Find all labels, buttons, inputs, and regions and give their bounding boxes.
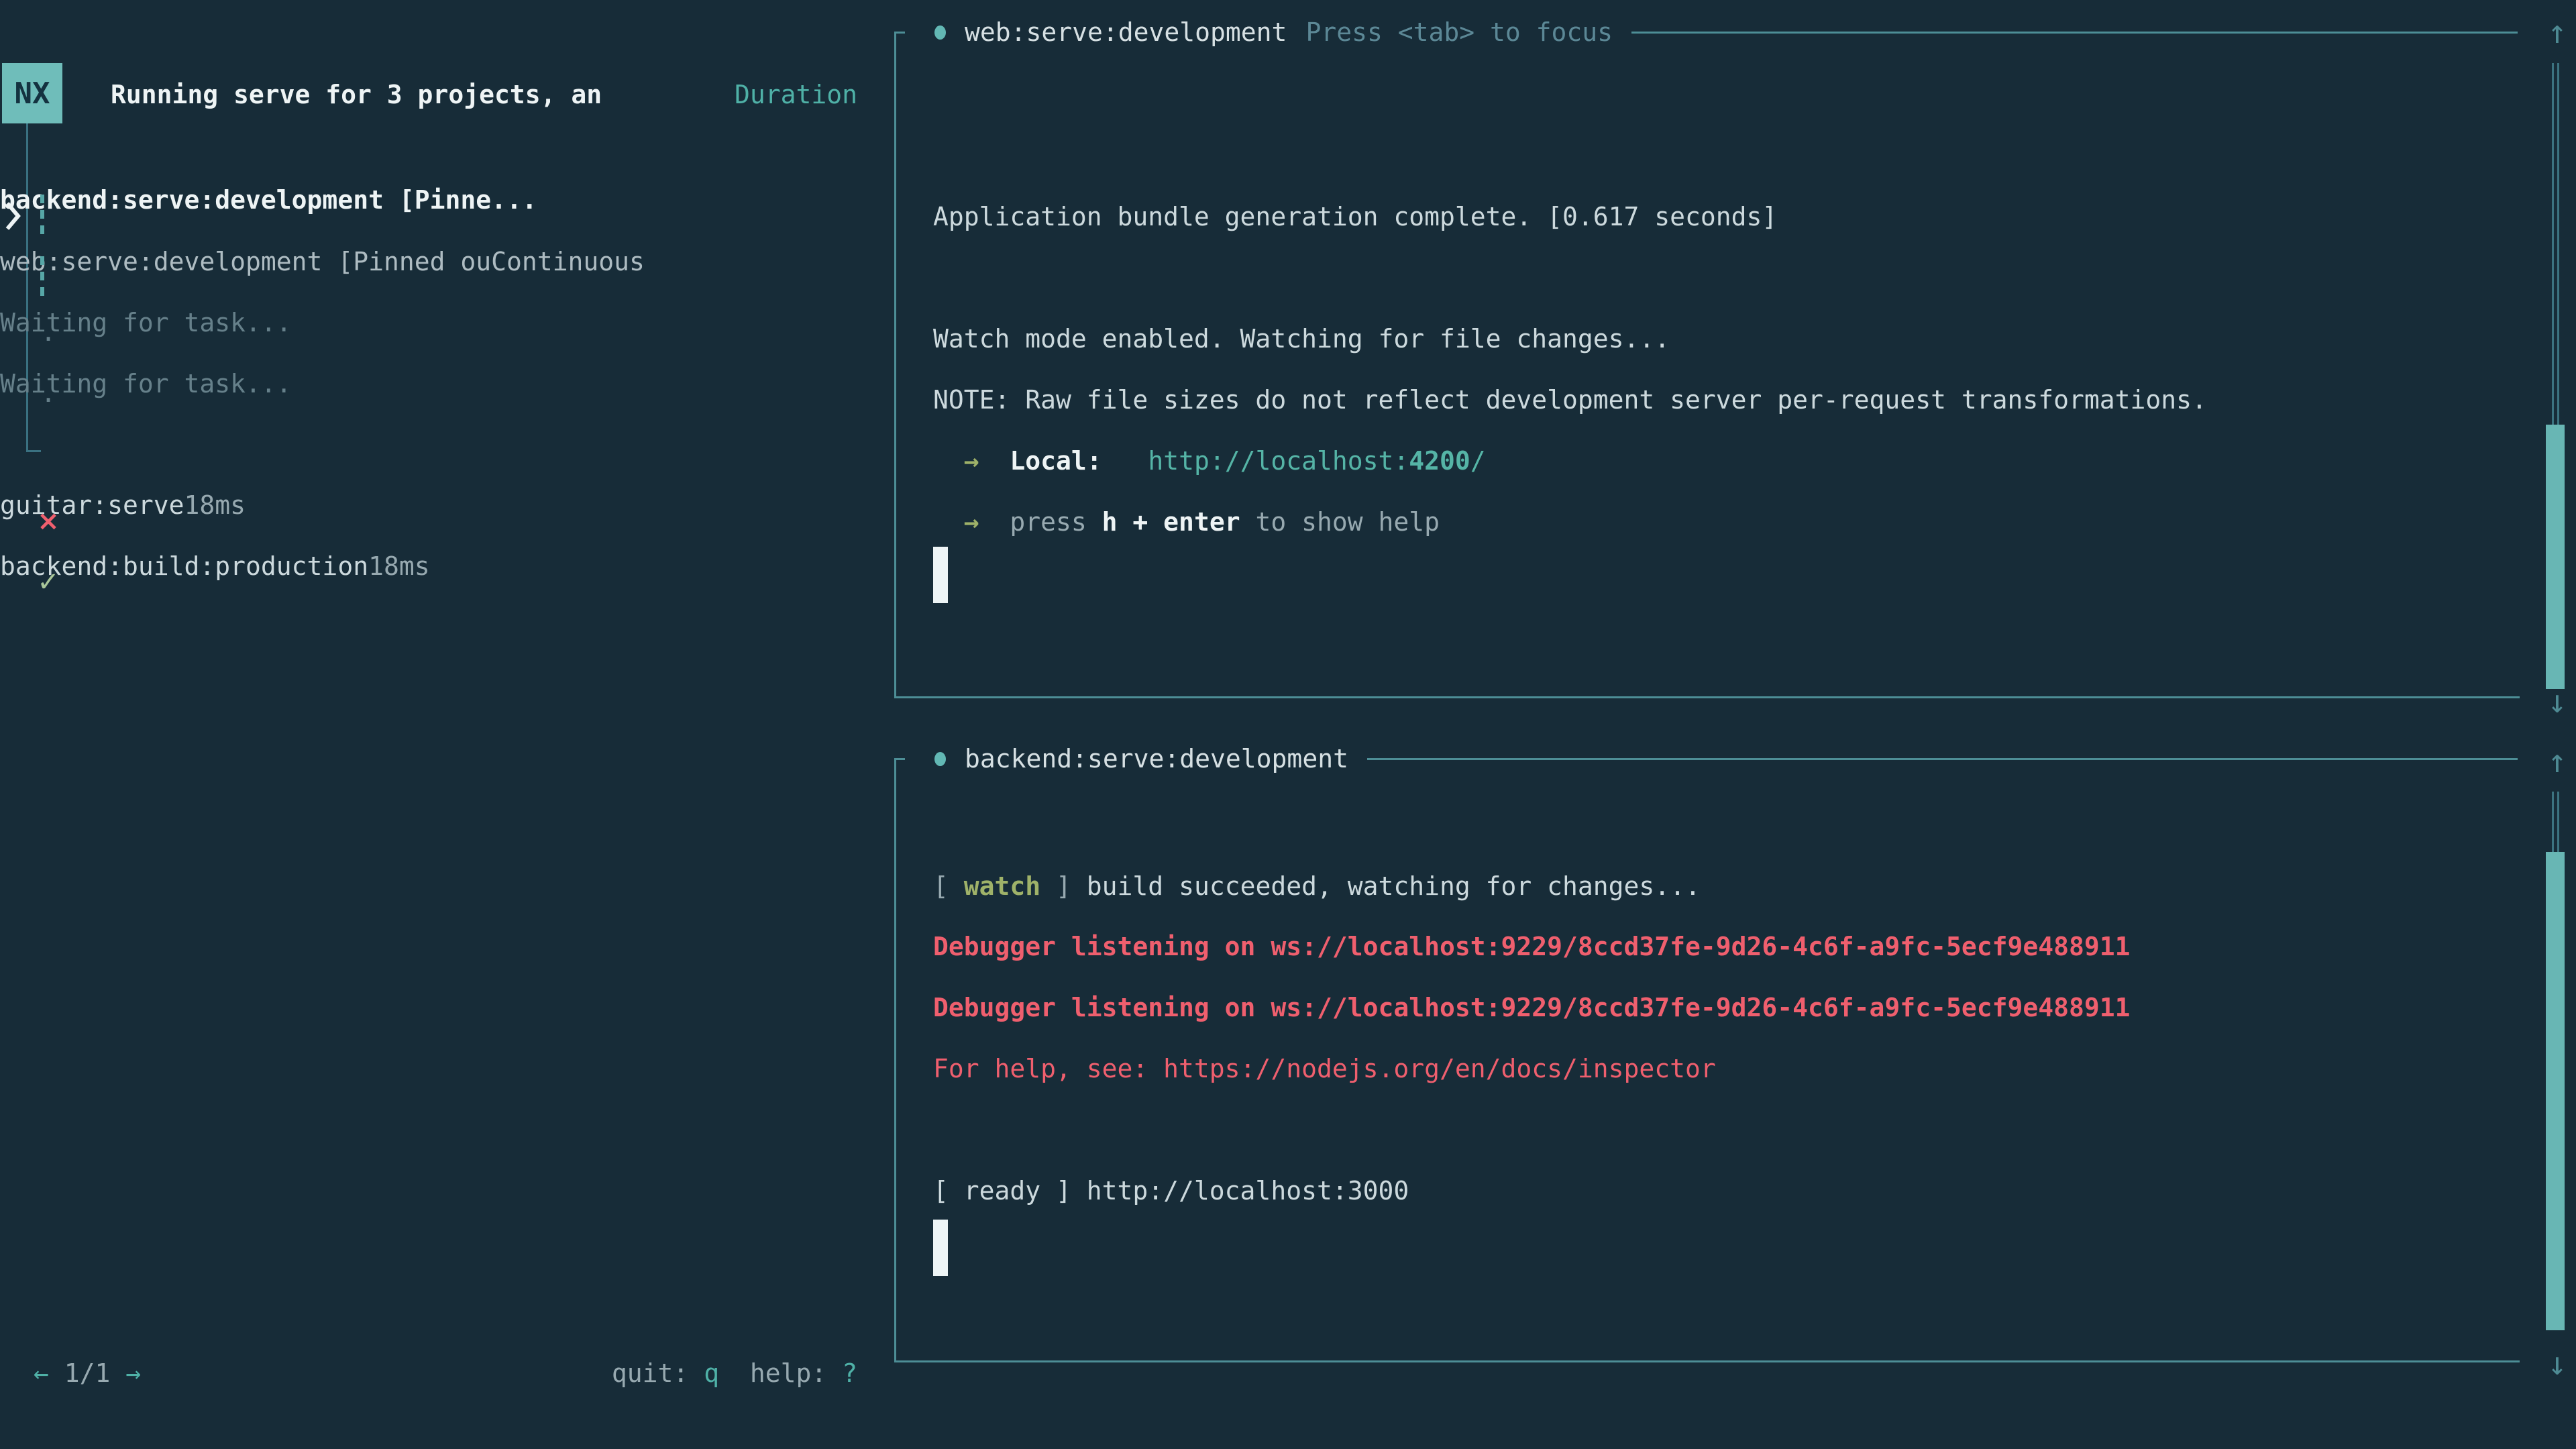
output-line: → press h + enter to show help bbox=[933, 491, 1440, 552]
pane-web-serve-development[interactable]: web:serve:development Press <tab> to foc… bbox=[894, 32, 2520, 698]
waiting-dot-icon: · bbox=[35, 308, 62, 369]
output-text bbox=[1102, 446, 1148, 476]
duration-column-header: Duration bbox=[735, 80, 857, 109]
quit-key: q bbox=[704, 1358, 719, 1388]
output-line: Debugger listening on ws://localhost:922… bbox=[933, 916, 2130, 977]
output-text: → bbox=[933, 507, 979, 537]
output-text: Watch mode enabled. Watching for file ch… bbox=[933, 324, 1670, 354]
help-hint-label: help: bbox=[719, 1358, 842, 1388]
border-fill bbox=[1631, 32, 2518, 34]
task-row[interactable]: web:serve:development [Pinned ouContinuo… bbox=[0, 247, 894, 308]
output-line: [ watch ] build succeeded, watching for … bbox=[933, 855, 1701, 916]
output-text: watch bbox=[964, 871, 1040, 901]
scrollbar-track[interactable] bbox=[2552, 792, 2559, 852]
output-line: NOTE: Raw file sizes do not reflect deve… bbox=[933, 369, 2207, 430]
task-status-dot-icon bbox=[934, 752, 946, 766]
fail-x-icon: × bbox=[35, 490, 62, 551]
tree-line-corner bbox=[26, 450, 41, 452]
scrollbar-thumb[interactable] bbox=[2546, 425, 2565, 689]
scrollbar-track[interactable] bbox=[2552, 63, 2559, 425]
task-name: web:serve:development [Pinned ou bbox=[0, 247, 491, 276]
task-duration: Continuous bbox=[491, 247, 645, 276]
scrollbar-down-icon[interactable]: ↓ bbox=[2544, 1348, 2571, 1380]
output-line: Debugger listening on ws://localhost:922… bbox=[933, 977, 2130, 1038]
pager: ← 1/1 → bbox=[34, 1358, 141, 1388]
pane-focus-hint: Press <tab> to focus bbox=[1305, 17, 1613, 47]
pane-header: web:serve:development Press <tab> to foc… bbox=[894, 16, 2518, 48]
task-duration: ... bbox=[491, 185, 537, 215]
output-line: Application bundle generation complete. … bbox=[933, 186, 1777, 247]
task-duration: 18ms bbox=[368, 551, 430, 581]
output-text: NOTE: Raw file sizes do not reflect deve… bbox=[933, 385, 2207, 415]
key-hints: quit: q help: ? bbox=[612, 1358, 857, 1388]
output-text: h + enter bbox=[1102, 507, 1240, 537]
scrollbar-up-icon[interactable]: ↑ bbox=[2544, 745, 2571, 777]
url-link[interactable]: 4200 bbox=[1409, 446, 1470, 476]
page-indicator: 1/1 bbox=[64, 1358, 111, 1388]
output-line: For help, see: https://nodejs.org/en/doc… bbox=[933, 1038, 1716, 1099]
task-row[interactable]: ×guitar:serve18ms bbox=[0, 490, 894, 551]
border-stub bbox=[894, 32, 905, 34]
spinner-icon bbox=[40, 195, 44, 234]
output-text: [ ready ] http://localhost:3000 bbox=[933, 1176, 1409, 1205]
scrollbar-up-icon[interactable]: ↑ bbox=[2544, 16, 2571, 48]
sidebar-header: Running serve for 3 projects, an Duratio… bbox=[0, 64, 894, 125]
pane-title: web:serve:development bbox=[965, 17, 1287, 47]
output-text: to show help bbox=[1240, 507, 1440, 537]
pane-backend-serve-development[interactable]: backend:serve:development [ watch ] buil… bbox=[894, 759, 2520, 1362]
pane-title: backend:serve:development bbox=[965, 744, 1348, 773]
output-line: → Local: http://localhost:4200/ bbox=[933, 430, 1486, 491]
app-title: Running serve for 3 projects, an bbox=[111, 80, 602, 109]
border-fill bbox=[1367, 758, 2518, 760]
url-link[interactable]: http://localhost: bbox=[1148, 446, 1409, 476]
output-text: ] bbox=[1040, 871, 1071, 901]
output-text: → bbox=[933, 446, 979, 476]
task-row[interactable]: ✓backend:build:production18ms bbox=[0, 551, 894, 612]
quit-hint-label: quit: bbox=[612, 1358, 704, 1388]
pager-label bbox=[49, 1358, 64, 1388]
selected-caret-icon bbox=[4, 200, 21, 232]
task-row[interactable]: ·Waiting for task... bbox=[0, 308, 894, 369]
pager-spacer bbox=[110, 1358, 125, 1388]
output-text: press bbox=[979, 507, 1102, 537]
task-row[interactable]: backend:serve:development [Pinne... bbox=[0, 185, 894, 246]
pager-next-icon[interactable]: → bbox=[125, 1358, 141, 1388]
scrollbar-thumb[interactable] bbox=[2546, 852, 2565, 1330]
output-text: Local: bbox=[1010, 446, 1102, 476]
scrollbar-down-icon[interactable]: ↓ bbox=[2544, 686, 2571, 718]
terminal-cursor bbox=[933, 547, 948, 603]
output-text: Application bundle generation complete. … bbox=[933, 202, 1777, 231]
output-line: [ ready ] http://localhost:3000 bbox=[933, 1160, 1409, 1221]
output-text: Debugger listening on ws://localhost:922… bbox=[933, 932, 2130, 961]
task-row[interactable]: ·Waiting for task... bbox=[0, 369, 894, 430]
pager-prev-icon[interactable]: ← bbox=[34, 1358, 49, 1388]
terminal-cursor bbox=[933, 1220, 948, 1276]
success-check-icon: ✓ bbox=[35, 551, 62, 612]
output-text: [ bbox=[933, 871, 964, 901]
output-line: Watch mode enabled. Watching for file ch… bbox=[933, 308, 1670, 369]
help-key: ? bbox=[842, 1358, 857, 1388]
pane-header: backend:serve:development bbox=[894, 743, 2518, 775]
url-link[interactable]: / bbox=[1470, 446, 1486, 476]
task-status-dot-icon bbox=[934, 25, 946, 40]
task-name: backend:serve:development [Pinne bbox=[0, 185, 491, 215]
task-duration: 18ms bbox=[184, 490, 246, 520]
spinner-icon bbox=[40, 256, 44, 296]
output-text: For help, see: https://nodejs.org/en/doc… bbox=[933, 1054, 1716, 1083]
bottom-bar: ← 1/1 → quit: q help: ? bbox=[0, 1342, 894, 1403]
border-stub bbox=[894, 758, 905, 760]
task-name: guitar:serve bbox=[0, 490, 184, 520]
output-text: Debugger listening on ws://localhost:922… bbox=[933, 993, 2130, 1022]
output-text: build succeeded, watching for changes... bbox=[1071, 871, 1701, 901]
output-text bbox=[979, 446, 1010, 476]
waiting-dot-icon: · bbox=[35, 369, 62, 430]
